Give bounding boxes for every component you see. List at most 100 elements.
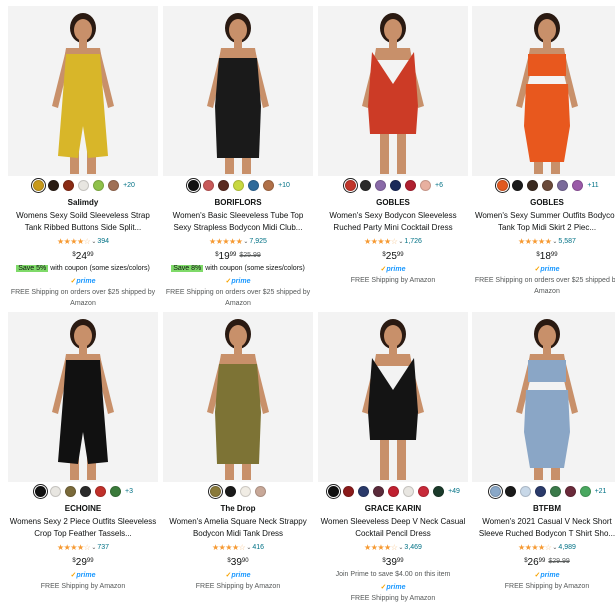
- product-card[interactable]: +20 Salimdy Womens Sexy Soild Sleeveless S…: [8, 6, 158, 307]
- star-rating-icon[interactable]: ★★★★★: [518, 237, 552, 246]
- coupon[interactable]: Save 8% with coupon (some sizes/colors): [163, 265, 313, 272]
- color-swatch[interactable]: [579, 486, 591, 497]
- star-rating-icon[interactable]: ★★★★☆: [364, 237, 398, 246]
- color-swatch[interactable]: [557, 180, 569, 191]
- product-title[interactable]: Womens Sexy 2 Piece Outfits Sleeveless C…: [8, 516, 158, 540]
- product-image[interactable]: [318, 312, 468, 482]
- color-swatch[interactable]: [504, 486, 516, 497]
- color-swatch[interactable]: [263, 180, 275, 191]
- product-title[interactable]: Women Sleeveless Deep V Neck Casual Cock…: [318, 516, 468, 540]
- color-swatch[interactable]: [512, 180, 524, 191]
- color-swatch[interactable]: [405, 180, 416, 191]
- product-title[interactable]: Women's 2021 Casual V Neck Short Sleeve …: [472, 516, 615, 540]
- chevron-down-icon[interactable]: ⌄: [552, 544, 557, 551]
- more-colors-link[interactable]: +11: [587, 182, 598, 189]
- color-swatch[interactable]: [328, 486, 340, 497]
- color-swatch[interactable]: [527, 180, 539, 191]
- color-swatch[interactable]: [403, 486, 415, 497]
- color-swatch[interactable]: [248, 180, 260, 191]
- color-swatch[interactable]: [519, 486, 531, 497]
- color-swatch[interactable]: [108, 180, 120, 191]
- color-swatch[interactable]: [390, 180, 401, 191]
- color-swatch[interactable]: [80, 486, 91, 497]
- rating-count[interactable]: 416: [252, 544, 264, 551]
- product-image[interactable]: [163, 312, 313, 482]
- color-swatch[interactable]: [203, 180, 215, 191]
- rating-count[interactable]: 4,989: [558, 544, 576, 551]
- star-rating-icon[interactable]: ★★★★☆: [57, 543, 91, 552]
- product-rating[interactable]: ★★★★☆⌄4,989: [472, 543, 615, 552]
- color-swatch[interactable]: [95, 486, 106, 497]
- color-swatch[interactable]: [78, 180, 90, 191]
- coupon[interactable]: Save 5% with coupon (some sizes/colors): [8, 265, 158, 272]
- product-rating[interactable]: ★★★★☆⌄737: [8, 543, 158, 552]
- product-image[interactable]: [8, 6, 158, 176]
- rating-count[interactable]: 5,587: [558, 238, 576, 245]
- product-title[interactable]: Women's Sexy Bodycon Sleeveless Ruched P…: [318, 210, 468, 234]
- color-swatch[interactable]: [418, 486, 430, 497]
- product-rating[interactable]: ★★★★☆⌄3,469: [318, 543, 468, 552]
- product-card[interactable]: +21 BTFBM Women's 2021 Casual V Neck Short…: [472, 312, 615, 602]
- color-swatch[interactable]: [343, 486, 355, 497]
- color-swatch[interactable]: [497, 180, 509, 191]
- product-card[interactable]: +6 GOBLES Women's Sexy Bodycon Sleeveless …: [318, 6, 468, 296]
- color-swatch[interactable]: [255, 486, 266, 497]
- star-rating-icon[interactable]: ★★★★☆: [57, 237, 91, 246]
- product-image[interactable]: [472, 312, 615, 482]
- product-title[interactable]: Women's Sexy Summer Outfits Bodycon Tank…: [472, 210, 615, 234]
- color-swatch[interactable]: [420, 180, 431, 191]
- product-title[interactable]: Women's Amelia Square Neck Strappy Bodyc…: [163, 516, 313, 540]
- product-price[interactable]: $1899: [472, 250, 615, 263]
- product-price[interactable]: $2599: [318, 250, 468, 263]
- star-rating-icon[interactable]: ★★★★☆: [364, 543, 398, 552]
- product-rating[interactable]: ★★★★☆⌄416: [163, 543, 313, 552]
- color-swatch[interactable]: [63, 180, 75, 191]
- coupon-badge[interactable]: Save 5%: [16, 265, 49, 272]
- chevron-down-icon[interactable]: ⌄: [243, 238, 248, 245]
- more-colors-link[interactable]: +6: [435, 182, 443, 189]
- color-swatch[interactable]: [375, 180, 386, 191]
- more-colors-link[interactable]: +3: [125, 488, 133, 495]
- color-swatch[interactable]: [388, 486, 400, 497]
- rating-count[interactable]: 1,726: [404, 238, 422, 245]
- product-price[interactable]: $2999: [8, 556, 158, 569]
- product-image[interactable]: [163, 6, 313, 176]
- product-rating[interactable]: ★★★★☆⌄394: [8, 237, 158, 246]
- color-swatch[interactable]: [210, 486, 221, 497]
- color-swatch[interactable]: [50, 486, 61, 497]
- star-rating-icon[interactable]: ★★★★★: [209, 237, 243, 246]
- color-swatch[interactable]: [345, 180, 356, 191]
- product-title[interactable]: Womens Sexy Soild Sleeveless Strap Tank …: [8, 210, 158, 234]
- color-swatch[interactable]: [542, 180, 554, 191]
- rating-count[interactable]: 394: [97, 238, 109, 245]
- color-swatch[interactable]: [572, 180, 584, 191]
- chevron-down-icon[interactable]: ⌄: [398, 544, 403, 551]
- chevron-down-icon[interactable]: ⌄: [91, 544, 96, 551]
- color-swatch[interactable]: [358, 486, 370, 497]
- chevron-down-icon[interactable]: ⌄: [552, 238, 557, 245]
- product-image[interactable]: [318, 6, 468, 176]
- product-rating[interactable]: ★★★★★⌄5,587: [472, 237, 615, 246]
- product-price[interactable]: $3999: [318, 556, 468, 569]
- product-card[interactable]: The Drop Women's Amelia Square Neck Strap…: [163, 312, 313, 602]
- product-price[interactable]: $2699 $29.99: [472, 556, 615, 569]
- product-price[interactable]: $2499: [8, 250, 158, 263]
- chevron-down-icon[interactable]: ⌄: [91, 238, 96, 245]
- color-swatch[interactable]: [433, 486, 445, 497]
- color-swatch[interactable]: [549, 486, 561, 497]
- color-swatch[interactable]: [218, 180, 230, 191]
- color-swatch[interactable]: [534, 486, 546, 497]
- color-swatch[interactable]: [564, 486, 576, 497]
- rating-count[interactable]: 3,469: [404, 544, 422, 551]
- color-swatch[interactable]: [35, 486, 46, 497]
- color-swatch[interactable]: [360, 180, 371, 191]
- color-swatch[interactable]: [373, 486, 385, 497]
- rating-count[interactable]: 7,925: [249, 238, 267, 245]
- star-rating-icon[interactable]: ★★★★☆: [212, 543, 246, 552]
- color-swatch[interactable]: [240, 486, 251, 497]
- more-colors-link[interactable]: +49: [448, 488, 460, 495]
- color-swatch[interactable]: [225, 486, 236, 497]
- product-card[interactable]: +3 ECHOINE Womens Sexy 2 Piece Outfits Sle…: [8, 312, 158, 602]
- color-swatch[interactable]: [188, 180, 200, 191]
- rating-count[interactable]: 737: [97, 544, 109, 551]
